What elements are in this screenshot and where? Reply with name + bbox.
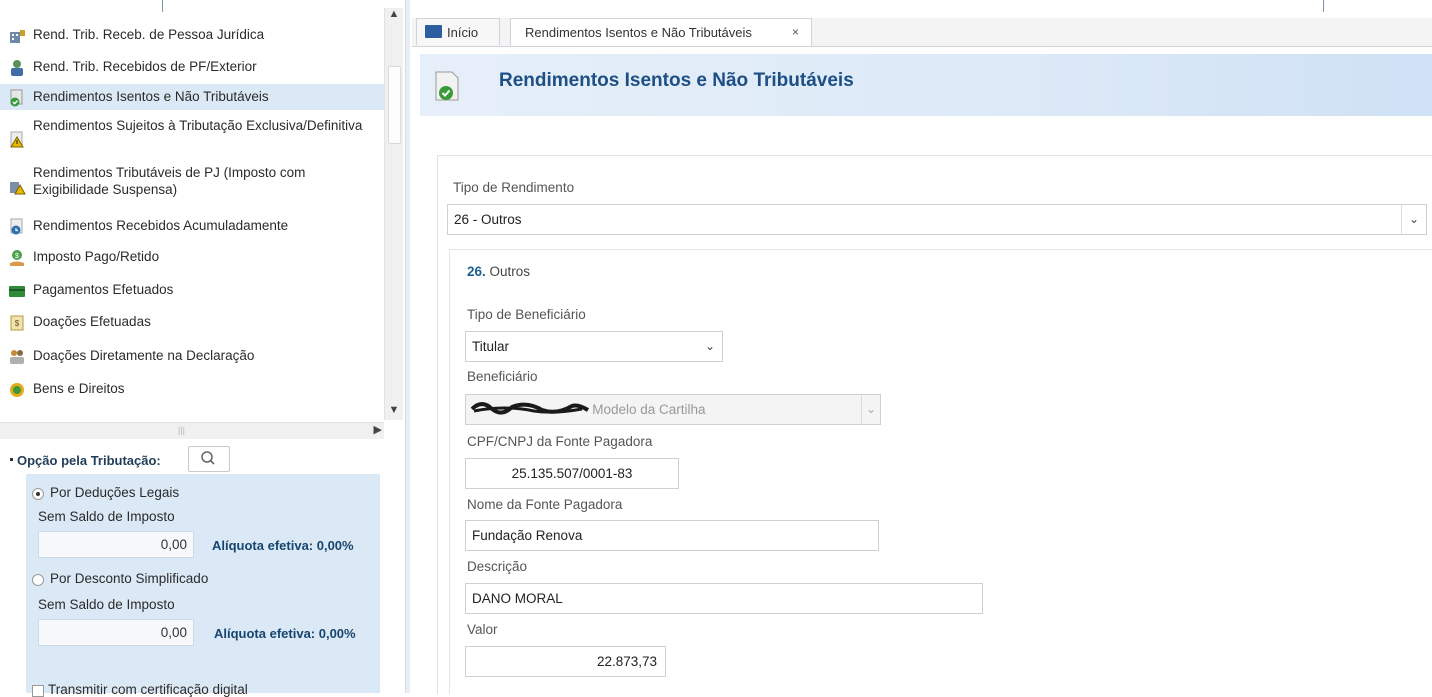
tributacao-header: Opção pela Tributação: — [0, 444, 405, 474]
beneficiario-value: - Modelo da Cartilha — [584, 402, 706, 417]
simplificado-valor: 0,00 — [38, 619, 194, 646]
nav-item-rend-trib-pj[interactable]: Rend. Trib. Receb. de Pessoa Jurídica — [0, 18, 384, 50]
person-money-icon — [11, 60, 23, 76]
tab-current-label: Rendimentos Isentos e Não Tributáveis — [525, 25, 752, 40]
nav-item-rend-acumulados[interactable]: Rendimentos Recebidos Acumuladamente — [0, 210, 384, 242]
chevron-down-icon: ⌄ — [1401, 205, 1426, 234]
descricao-label: Descrição — [467, 559, 528, 574]
donation-note-icon: $ — [10, 315, 24, 331]
nav-item-label: Bens e Direitos — [33, 381, 125, 396]
tipo-beneficiario-select[interactable]: Titular ⌄ — [465, 331, 723, 362]
nav-item-rend-isentos[interactable]: Rendimentos Isentos e Não Tributáveis — [0, 84, 384, 110]
svg-text:$: $ — [15, 319, 20, 328]
nome-fonte-input[interactable]: Fundação Renova — [465, 520, 879, 551]
nav-item-label: Doações Efetuadas — [33, 314, 151, 329]
valor-label: Valor — [467, 622, 498, 637]
tab-bar: Início Rendimentos Isentos e Não Tributá… — [412, 18, 1432, 47]
nav-item-label: Rendimentos Recebidos Acumuladamente — [33, 218, 289, 233]
assets-icon — [10, 383, 24, 397]
radio-deducoes-legais[interactable] — [32, 488, 44, 500]
nav-item-rend-exclusiva[interactable]: Rendimentos Sujeitos à Tributação Exclus… — [0, 110, 384, 160]
tab-inicio-label: Início — [447, 25, 479, 40]
tab-inicio[interactable]: Início — [416, 18, 500, 45]
chevron-down-icon: ⌄ — [861, 395, 880, 424]
tipo-rendimento-value: 26 - Outros — [454, 212, 522, 227]
page-title: Rendimentos Isentos e Não Tributáveis — [499, 70, 854, 91]
panel-splitter[interactable] — [405, 0, 410, 693]
cpf-input[interactable]: 25.135.507/0001-83 — [465, 458, 679, 489]
nav-item-doacoes[interactable]: $ Doações Efetuadas — [0, 306, 384, 340]
page-header: Rendimentos Isentos e Não Tributáveis — [420, 54, 1432, 116]
radio-desconto-simplificado[interactable] — [32, 574, 44, 586]
close-tab-icon[interactable]: × — [792, 19, 799, 46]
nav-item-rend-trib-pf[interactable]: Rend. Trib. Recebidos de PF/Exterior — [0, 50, 384, 84]
simplificado-saldo: Sem Saldo de Imposto — [38, 597, 175, 612]
nome-fonte-label: Nome da Fonte Pagadora — [467, 497, 623, 512]
tipo-rendimento-select[interactable]: 26 - Outros ⌄ — [447, 204, 1427, 235]
svg-text:$: $ — [15, 253, 19, 260]
nav-item-doacoes-declaracao[interactable]: Doações Diretamente na Declaração — [0, 340, 384, 374]
descricao-input[interactable]: DANO MORAL — [465, 583, 983, 614]
tributacao-search-button[interactable] — [188, 446, 230, 472]
simplificado-label: Por Desconto Simplificado — [50, 571, 209, 586]
section-name: Outros — [489, 264, 531, 279]
declaration-tree: Rend. Trib. Receb. de Pessoa Jurídica Re… — [0, 18, 384, 418]
nav-item-imposto-pago[interactable]: $ Imposto Pago/Retido — [0, 242, 384, 274]
tipo-rendimento-label: Tipo de Rendimento — [453, 180, 575, 195]
document-check-icon — [435, 71, 459, 101]
cpf-label: CPF/CNPJ da Fonte Pagadora — [467, 434, 653, 449]
certificacao-checkbox[interactable] — [32, 685, 44, 697]
building-warning-icon — [10, 182, 26, 195]
tipo-beneficiario-value: Titular — [472, 339, 510, 354]
scroll-down-arrow-icon[interactable]: ▼ — [385, 404, 403, 416]
redaction-scribble — [470, 402, 590, 415]
deducoes-label: Por Deduções Legais — [50, 485, 180, 500]
nav-item-label: Rend. Trib. Receb. de Pessoa Jurídica — [33, 27, 265, 42]
window-edge-line — [1323, 0, 1324, 12]
left-panel: Rend. Trib. Receb. de Pessoa Jurídica Re… — [0, 0, 405, 697]
nav-item-rend-exig-suspensa[interactable]: Rendimentos Tributáveis de PJ (Imposto c… — [0, 160, 384, 210]
section-title: 26. Outros — [467, 264, 530, 279]
building-tax-icon — [10, 30, 25, 43]
document-check-icon — [10, 89, 23, 107]
scroll-right-arrow-icon[interactable]: ▶ — [374, 423, 382, 436]
tipo-beneficiario-label: Tipo de Beneficiário — [467, 307, 586, 322]
certificacao-label: Transmitir com certificação digital — [48, 682, 248, 697]
scroll-up-arrow-icon[interactable]: ▲ — [385, 8, 403, 20]
magnifier-icon — [201, 451, 215, 465]
nav-item-label: Rendimentos Isentos e Não Tributáveis — [33, 89, 269, 104]
simplificado-aliquota: Alíquota efetiva: 0,00% — [214, 626, 356, 641]
bullet-icon — [10, 458, 13, 461]
card-icon — [9, 286, 25, 297]
deducoes-valor: 0,00 — [38, 531, 194, 558]
nav-item-label: Rendimentos Tributáveis de PJ (Imposto c… — [33, 165, 306, 197]
tributacao-title: Opção pela Tributação: — [17, 453, 161, 468]
tab-rendimentos-isentos[interactable]: Rendimentos Isentos e Não Tributáveis × — [510, 18, 812, 46]
document-clock-icon — [10, 218, 23, 235]
beneficiario-label: Beneficiário — [467, 369, 538, 384]
nav-item-bens-direitos[interactable]: Bens e Direitos — [0, 374, 384, 404]
grip-icon: ||| — [178, 425, 186, 435]
section-number: 26. — [467, 264, 486, 279]
nav-item-pagamentos[interactable]: Pagamentos Efetuados — [0, 274, 384, 306]
nav-item-label: Doações Diretamente na Declaração — [33, 348, 255, 363]
money-hand-icon: $ — [10, 250, 24, 266]
deducoes-aliquota: Alíquota efetiva: 0,00% — [212, 538, 354, 553]
nav-item-label: Pagamentos Efetuados — [33, 282, 174, 297]
scrollbar-thumb[interactable] — [388, 66, 401, 144]
warning-document-icon — [10, 131, 24, 148]
home-envelope-icon — [425, 25, 442, 38]
nav-item-label: Rend. Trib. Recebidos de PF/Exterior — [33, 59, 257, 74]
nav-vertical-scrollbar[interactable]: ▲ ▼ — [384, 8, 403, 420]
nav-horizontal-scrollbar[interactable]: ||| ▶ — [0, 422, 384, 439]
people-donation-icon — [10, 350, 24, 364]
deducoes-saldo: Sem Saldo de Imposto — [38, 509, 175, 524]
chevron-down-icon: ⌄ — [704, 339, 716, 353]
window-edge-line — [162, 0, 163, 12]
valor-input[interactable]: 22.873,73 — [465, 646, 666, 677]
nav-item-label: Rendimentos Sujeitos à Tributação Exclus… — [33, 118, 363, 133]
nav-item-label: Imposto Pago/Retido — [33, 249, 160, 264]
